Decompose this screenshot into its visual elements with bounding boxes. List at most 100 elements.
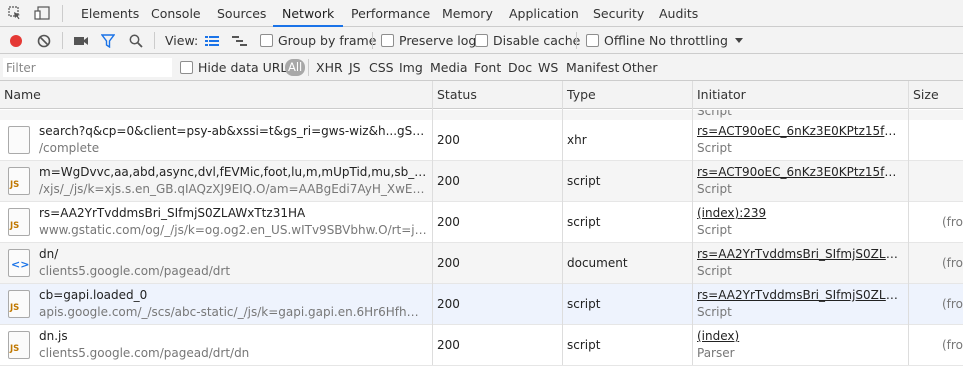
initiator-type: Script bbox=[697, 141, 732, 155]
column-status[interactable]: Status bbox=[433, 81, 477, 109]
table-row[interactable]: JS cb=gapi.loaded_0 apis.google.com/_/scs/… bbox=[0, 284, 963, 325]
request-name[interactable]: dn/ bbox=[39, 247, 427, 261]
tab-application[interactable]: Application bbox=[509, 0, 579, 27]
initiator-link[interactable]: rs=ACT90oEC_6nKz3E0KPtz15f1FHB... bbox=[697, 165, 901, 179]
request-status: 200 bbox=[437, 297, 460, 311]
request-path: /complete bbox=[39, 141, 100, 155]
initiator-type: Parser bbox=[697, 346, 735, 360]
initiator-link[interactable]: (index) bbox=[697, 329, 901, 343]
initiator-type: Script bbox=[697, 110, 732, 118]
filter-type-manifest[interactable]: Manifest bbox=[566, 54, 619, 81]
tab-console[interactable]: Console bbox=[151, 0, 201, 27]
tab-sources[interactable]: Sources bbox=[217, 0, 266, 27]
filter-type-other[interactable]: Other bbox=[622, 54, 658, 81]
request-path: apis.google.com/_/scs/abc-static/_/js/k=… bbox=[39, 305, 427, 319]
group-by-frame-label: Group by frame bbox=[278, 33, 377, 48]
initiator-link[interactable]: (index):239 bbox=[697, 206, 901, 220]
request-name[interactable]: cb=gapi.loaded_0 bbox=[39, 288, 427, 302]
blank-file-icon bbox=[8, 126, 30, 154]
filter-type-xhr[interactable]: XHR bbox=[316, 54, 343, 81]
column-name[interactable]: Name bbox=[0, 81, 41, 109]
offline-label: Offline bbox=[604, 33, 646, 48]
initiator-type: Script bbox=[697, 182, 732, 196]
table-row[interactable]: JS rs=AA2YrTvddmsBri_SIfmjS0ZLAWxTtz31HAw… bbox=[0, 202, 963, 243]
request-status: 200 bbox=[437, 256, 460, 270]
js-file-icon: JS bbox=[8, 167, 30, 195]
column-divider bbox=[692, 81, 693, 365]
request-size: (fro bbox=[942, 256, 963, 270]
request-size: (fro bbox=[942, 338, 963, 352]
video-camera-icon[interactable] bbox=[73, 34, 88, 48]
request-status: 200 bbox=[437, 133, 460, 147]
request-name[interactable]: rs=AA2YrTvddmsBri_SIfmjS0ZLAWxTtz31HA bbox=[39, 206, 427, 220]
request-name[interactable]: search?q&cp=0&client=psy-ab&xssi=t&gs_ri… bbox=[39, 124, 427, 138]
table-row[interactable]: search?q&cp=0&client=psy-ab&xssi=t&gs_ri… bbox=[0, 120, 963, 161]
search-icon[interactable] bbox=[129, 34, 143, 48]
initiator-link[interactable]: rs=AA2YrTvddmsBri_SIfmjS0ZLAWxTt... bbox=[697, 247, 901, 261]
offline-checkbox[interactable] bbox=[586, 34, 599, 47]
table-row[interactable]: JS m=WgDvvc,aa,abd,async,dvl,fEVMic,foot,… bbox=[0, 161, 963, 202]
network-toolbar: View: Group by frame Preserve log Disabl… bbox=[0, 27, 963, 54]
filter-icon[interactable] bbox=[100, 34, 116, 49]
request-status: 200 bbox=[437, 215, 460, 229]
record-button[interactable] bbox=[9, 34, 23, 48]
tab-memory[interactable]: Memory bbox=[442, 0, 493, 27]
filter-type-ws[interactable]: WS bbox=[538, 54, 558, 81]
filter-type-doc[interactable]: Doc bbox=[508, 54, 532, 81]
filter-type-media[interactable]: Media bbox=[430, 54, 468, 81]
column-size[interactable]: Size bbox=[909, 81, 939, 109]
throttling-select[interactable]: No throttling bbox=[649, 27, 728, 54]
filter-type-css[interactable]: CSS bbox=[369, 54, 394, 81]
request-status: 200 bbox=[437, 174, 460, 188]
initiator-type: Script bbox=[697, 223, 732, 237]
request-path: clients5.google.com/pagead/drt bbox=[39, 264, 231, 278]
partial-row: Script bbox=[0, 110, 963, 120]
request-size: (fro bbox=[942, 297, 963, 311]
preserve-log-checkbox[interactable] bbox=[381, 34, 394, 47]
waterfall-overview-icon[interactable] bbox=[232, 34, 247, 48]
hide-data-urls-checkbox[interactable] bbox=[180, 61, 193, 74]
column-divider bbox=[908, 81, 909, 365]
inspect-element-icon[interactable] bbox=[8, 6, 22, 20]
request-type: script bbox=[567, 215, 601, 229]
disable-cache-checkbox[interactable] bbox=[475, 34, 488, 47]
initiator-type: Script bbox=[697, 264, 732, 278]
divider bbox=[576, 32, 577, 49]
column-initiator[interactable]: Initiator bbox=[693, 81, 746, 109]
request-type: script bbox=[567, 174, 601, 188]
initiator-link[interactable]: rs=AA2YrTvddmsBri_SIfmjS0ZLAWxTt... bbox=[697, 288, 901, 302]
device-toolbar-icon[interactable] bbox=[34, 6, 50, 20]
request-path: /xjs/_/js/k=xjs.s.en_GB.qIAQzXJ9EIQ.O/am… bbox=[39, 182, 427, 196]
request-name[interactable]: m=WgDvvc,aa,abd,async,dvl,fEVMic,foot,lu… bbox=[39, 165, 427, 179]
tab-elements[interactable]: Elements bbox=[81, 0, 139, 27]
request-name[interactable]: dn.js bbox=[39, 329, 427, 343]
filter-type-all[interactable]: All bbox=[285, 59, 306, 76]
clear-icon[interactable] bbox=[37, 34, 51, 48]
js-file-icon: JS bbox=[8, 331, 30, 359]
filter-type-font[interactable]: Font bbox=[474, 54, 501, 81]
js-file-icon: JS bbox=[8, 290, 30, 318]
dropdown-arrow-icon[interactable] bbox=[734, 35, 748, 49]
filter-type-js[interactable]: JS bbox=[349, 54, 361, 81]
tab-performance[interactable]: Performance bbox=[351, 0, 430, 27]
group-by-frame-checkbox[interactable] bbox=[260, 34, 273, 47]
large-request-rows-icon[interactable] bbox=[205, 34, 219, 48]
initiator-type: Script bbox=[697, 305, 732, 319]
table-row[interactable]: JS dn.js clients5.google.com/pagead/drt/dn… bbox=[0, 325, 963, 366]
tab-network[interactable]: Network bbox=[273, 0, 344, 27]
column-type[interactable]: Type bbox=[563, 81, 596, 109]
tab-security[interactable]: Security bbox=[593, 0, 644, 27]
column-divider bbox=[432, 81, 433, 365]
request-size: (fro bbox=[942, 215, 963, 229]
tab-audits[interactable]: Audits bbox=[659, 0, 698, 27]
divider bbox=[62, 5, 63, 22]
request-path: www.gstatic.com/og/_/js/k=og.og2.en_US.w… bbox=[39, 223, 427, 237]
filter-type-img[interactable]: Img bbox=[399, 54, 423, 81]
column-divider bbox=[562, 81, 563, 365]
initiator-link[interactable]: rs=ACT90oEC_6nKz3E0KPtz15f1FHB... bbox=[697, 124, 901, 138]
js-file-icon: JS bbox=[8, 208, 30, 236]
filter-input[interactable] bbox=[3, 58, 172, 77]
table-row[interactable]: <> dn/clients5.google.com/pagead/drt 200 do… bbox=[0, 243, 963, 284]
divider bbox=[372, 32, 373, 49]
preserve-log-label: Preserve log bbox=[399, 33, 477, 48]
